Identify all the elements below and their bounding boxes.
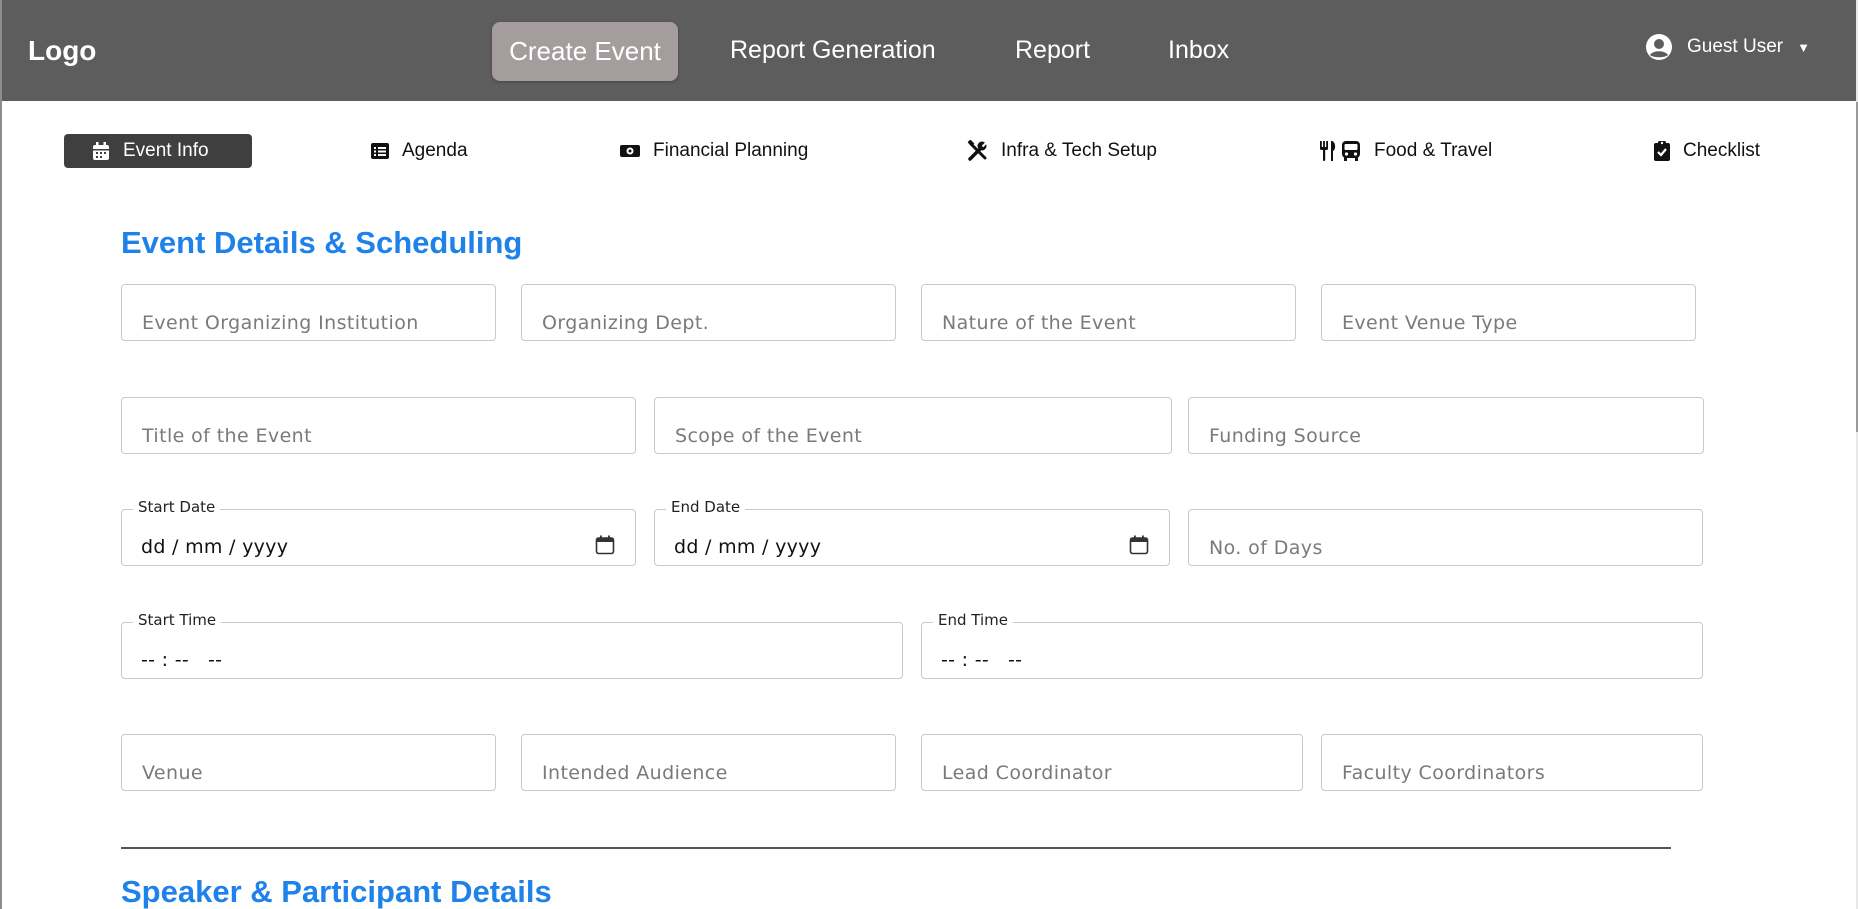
tab-agenda[interactable]: Agenda (370, 134, 468, 168)
section-title-event-details: Event Details & Scheduling (121, 225, 523, 260)
event-organizing-institution-field[interactable] (121, 284, 496, 341)
nav-report-generation[interactable]: Report Generation (730, 36, 936, 65)
tab-label: Financial Planning (653, 140, 809, 161)
calendar-icon (93, 142, 109, 160)
nav-create-event[interactable]: Create Event (492, 22, 678, 81)
event-venue-type-input[interactable] (1322, 285, 1695, 340)
page: Logo Create Event Report Generation Repo… (0, 0, 1858, 909)
nature-of-event-field[interactable] (921, 284, 1296, 341)
tab-checklist[interactable]: Checklist (1653, 134, 1760, 168)
tab-label: Agenda (402, 140, 468, 161)
lead-coordinator-input[interactable] (922, 735, 1302, 790)
start-time-label: Start Time (133, 611, 222, 629)
intended-audience-input[interactable] (522, 735, 895, 790)
start-date-value[interactable]: dd / mm / yyyy (141, 536, 288, 558)
start-date-label: Start Date (133, 498, 221, 516)
start-time-value[interactable]: -- : -- -- (141, 649, 222, 671)
end-time-field[interactable]: End Time -- : -- -- (921, 611, 1703, 679)
tab-label: Food & Travel (1374, 140, 1493, 161)
end-time-value[interactable]: -- : -- -- (941, 649, 1022, 671)
section-title-speaker: Speaker & Participant Details (121, 874, 552, 909)
venue-field[interactable] (121, 734, 496, 791)
funding-source-field[interactable] (1188, 397, 1704, 454)
faculty-coordinators-field[interactable] (1321, 734, 1703, 791)
faculty-coordinators-input[interactable] (1322, 735, 1702, 790)
start-date-field[interactable]: Start Date dd / mm / yyyy (121, 498, 636, 566)
user-circle-icon (1646, 34, 1672, 60)
no-of-days-input[interactable] (1189, 510, 1702, 565)
nature-of-event-input[interactable] (922, 285, 1295, 340)
tab-label: Checklist (1683, 140, 1761, 161)
scope-of-event-field[interactable] (654, 397, 1172, 454)
calendar-icon[interactable] (595, 535, 615, 555)
end-date-value[interactable]: dd / mm / yyyy (674, 536, 821, 558)
utensils-bus-icon (1320, 141, 1360, 161)
title-of-event-input[interactable] (122, 398, 635, 453)
end-date-field[interactable]: End Date dd / mm / yyyy (654, 498, 1170, 566)
list-icon (371, 143, 389, 159)
tools-icon (967, 140, 987, 161)
tab-label: Infra & Tech Setup (1001, 140, 1157, 161)
event-venue-type-field[interactable] (1321, 284, 1696, 341)
nav-report[interactable]: Report (1015, 36, 1090, 65)
logo[interactable]: Logo (28, 35, 96, 67)
chevron-down-icon: ▼ (1797, 39, 1810, 55)
lead-coordinator-field[interactable] (921, 734, 1303, 791)
tab-event-info[interactable]: Event Info (64, 134, 252, 168)
tab-infra-tech-setup[interactable]: Infra & Tech Setup (967, 134, 1157, 168)
user-menu[interactable]: Guest User ▼ (1645, 33, 1810, 61)
funding-source-input[interactable] (1189, 398, 1703, 453)
clipboard-check-icon (1654, 141, 1670, 161)
tab-financial-planning[interactable]: Financial Planning (619, 134, 808, 168)
tab-label: Event Info (123, 140, 209, 161)
end-date-label: End Date (666, 498, 746, 516)
nav-inbox[interactable]: Inbox (1168, 36, 1229, 65)
tab-food-travel[interactable]: Food & Travel (1318, 134, 1492, 168)
organizing-dept-input[interactable] (522, 285, 895, 340)
title-of-event-field[interactable] (121, 397, 636, 454)
no-of-days-field[interactable] (1188, 509, 1703, 566)
event-organizing-institution-input[interactable] (122, 285, 495, 340)
venue-input[interactable] (122, 735, 495, 790)
start-time-field[interactable]: Start Time -- : -- -- (121, 611, 903, 679)
money-bill-icon (620, 145, 640, 157)
window-edge (0, 0, 2, 909)
calendar-icon[interactable] (1129, 535, 1149, 555)
end-time-label: End Time (933, 611, 1013, 629)
organizing-dept-field[interactable] (521, 284, 896, 341)
scope-of-event-input[interactable] (655, 398, 1171, 453)
top-navbar: Logo Create Event Report Generation Repo… (2, 0, 1856, 101)
intended-audience-field[interactable] (521, 734, 896, 791)
section-divider (121, 847, 1671, 849)
user-name: Guest User (1687, 36, 1784, 57)
